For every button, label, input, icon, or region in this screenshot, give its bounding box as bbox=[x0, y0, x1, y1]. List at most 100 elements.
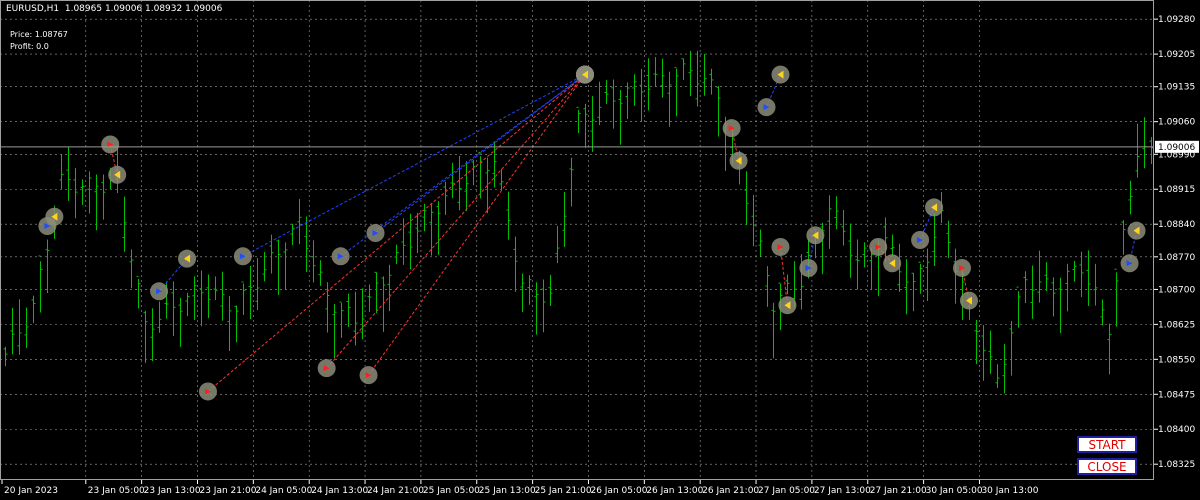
price-bar bbox=[862, 242, 867, 268]
price-bar bbox=[1037, 250, 1042, 303]
price-bar bbox=[17, 299, 22, 355]
price-bar bbox=[611, 79, 616, 129]
price-bar bbox=[136, 275, 141, 309]
price-bar bbox=[890, 234, 895, 257]
price-bar bbox=[911, 272, 916, 312]
time-tick-label: 24 Jan 05:00 bbox=[255, 486, 312, 496]
price-bar bbox=[653, 57, 658, 87]
price-bar bbox=[248, 265, 253, 319]
price-bar bbox=[3, 346, 8, 367]
price-bar bbox=[297, 198, 302, 245]
price-bar bbox=[171, 281, 176, 337]
time-tick-label: 25 Jan 05:00 bbox=[423, 486, 480, 496]
price-bar bbox=[744, 171, 749, 226]
time-tick-label: 26 Jan 13:00 bbox=[646, 486, 703, 496]
price-bar bbox=[1051, 277, 1056, 317]
price-bar bbox=[80, 179, 85, 205]
close-button[interactable]: CLOSE bbox=[1077, 458, 1137, 475]
price-tick-label: 1.08770 bbox=[1158, 253, 1195, 263]
price-bar bbox=[443, 181, 448, 215]
price-bar bbox=[415, 212, 420, 254]
price-bar bbox=[401, 218, 406, 265]
current-price-label: 1.09006 bbox=[1158, 143, 1195, 153]
time-tick-label: 24 Jan 21:00 bbox=[367, 486, 424, 496]
price-bar bbox=[66, 146, 71, 201]
price-bar bbox=[1016, 286, 1021, 328]
price-bar bbox=[1100, 299, 1105, 326]
time-tick-label: 26 Jan 21:00 bbox=[702, 486, 759, 496]
chart-ohlc: 1.08965 1.09006 1.08932 1.09006 bbox=[64, 4, 223, 14]
price-bar bbox=[618, 90, 623, 145]
price-bar bbox=[1044, 262, 1049, 292]
price-bar bbox=[87, 171, 92, 214]
profit-info: Profit: 0.0 bbox=[10, 42, 49, 51]
price-tick-label: 1.08400 bbox=[1158, 425, 1195, 435]
price-bar bbox=[367, 284, 372, 312]
price-bar bbox=[304, 216, 309, 273]
price-bar bbox=[1114, 268, 1119, 327]
price-bar bbox=[227, 296, 232, 351]
price-bar bbox=[1009, 320, 1014, 376]
price-chart[interactable]: 1.092801.092051.091351.090601.089901.089… bbox=[0, 0, 1200, 500]
price-bar bbox=[646, 58, 651, 111]
price-bar bbox=[59, 154, 64, 190]
price-bar bbox=[667, 71, 672, 127]
price-tick-label: 1.08475 bbox=[1158, 390, 1195, 400]
price-bar bbox=[241, 281, 246, 315]
price-info: Price: 1.08767 bbox=[10, 30, 68, 39]
time-tick-label: 30 Jan 05:00 bbox=[926, 486, 983, 496]
price-bar bbox=[283, 242, 288, 291]
price-tick-label: 1.08325 bbox=[1158, 460, 1195, 470]
price-bar bbox=[178, 297, 183, 347]
price-bar bbox=[765, 266, 770, 307]
price-bar bbox=[1142, 117, 1147, 169]
price-bar bbox=[1030, 265, 1035, 319]
price-bar bbox=[394, 244, 399, 265]
price-bar bbox=[1002, 344, 1007, 394]
price-bar bbox=[129, 249, 134, 289]
buy-trade-line bbox=[242, 74, 586, 257]
time-tick-label: 23 Jan 21:00 bbox=[199, 486, 256, 496]
price-bar bbox=[562, 192, 567, 247]
price-bar bbox=[688, 50, 693, 97]
chart-header: EURUSD,H1 1.08965 1.09006 1.08932 1.0900… bbox=[6, 4, 222, 14]
price-bar bbox=[1079, 251, 1084, 298]
price-bar bbox=[31, 295, 36, 324]
time-tick-label: 25 Jan 13:00 bbox=[479, 486, 536, 496]
price-bar bbox=[534, 282, 539, 335]
time-tick-label: 26 Jan 05:00 bbox=[590, 486, 647, 496]
time-tick-label: 24 Jan 13:00 bbox=[311, 486, 368, 496]
price-bar bbox=[827, 195, 832, 249]
price-bar bbox=[339, 301, 344, 338]
price-bar bbox=[855, 239, 860, 290]
price-bar bbox=[1107, 323, 1112, 375]
price-bar bbox=[576, 106, 581, 134]
price-bar bbox=[1149, 137, 1154, 164]
price-bar bbox=[269, 234, 274, 274]
price-bar bbox=[771, 302, 776, 359]
price-bar bbox=[24, 307, 29, 348]
start-button[interactable]: START bbox=[1077, 436, 1137, 453]
price-bar bbox=[143, 310, 148, 363]
price-bar bbox=[471, 160, 476, 186]
price-bar bbox=[904, 259, 909, 315]
price-bar bbox=[234, 305, 239, 343]
price-bar bbox=[918, 261, 923, 294]
price-bar bbox=[548, 274, 553, 306]
time-tick-label: 25 Jan 21:00 bbox=[535, 486, 592, 496]
price-bar bbox=[674, 67, 679, 117]
price-tick-label: 1.09135 bbox=[1158, 83, 1195, 93]
price-bar bbox=[702, 53, 707, 96]
price-bar bbox=[485, 157, 490, 214]
price-bar bbox=[604, 80, 609, 104]
price-bar bbox=[150, 308, 155, 362]
price-tick-label: 1.09280 bbox=[1158, 15, 1195, 25]
price-bar bbox=[192, 276, 197, 321]
price-bar bbox=[513, 236, 518, 292]
price-tick-label: 1.08550 bbox=[1158, 355, 1195, 365]
price-bar bbox=[38, 255, 43, 313]
price-bar bbox=[506, 191, 511, 240]
price-bar bbox=[206, 274, 211, 319]
price-bar bbox=[499, 169, 504, 191]
price-bar bbox=[346, 293, 351, 328]
